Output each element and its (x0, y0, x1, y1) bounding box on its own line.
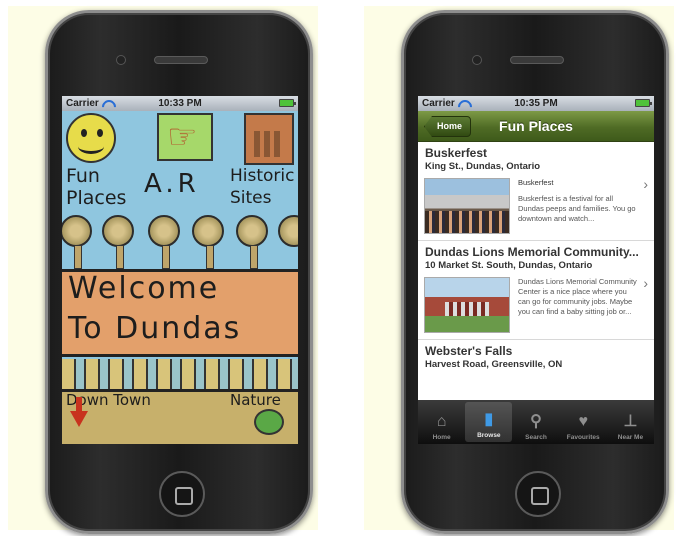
left-iphone: Carrier 10:33 PM Fun Places A.R Historic… (45, 10, 313, 534)
item-description: Dundas Lions Memorial Community Center i… (518, 277, 637, 316)
item-address: 10 Market St. South, Dundas, Ontario (425, 260, 593, 271)
tab-bar: ⌂ Home ▮ Browse ⚲ Search ♥ Favourites ⊥ … (418, 400, 654, 444)
battery-icon (635, 99, 652, 107)
tree-row (62, 211, 298, 269)
fence-post (206, 245, 214, 269)
list-item[interactable]: Webster's Falls Harvest Road, Greensvill… (418, 340, 654, 372)
tree-icon (62, 215, 92, 247)
tree-icon (236, 215, 268, 247)
tree-icon (278, 215, 298, 247)
tab-search[interactable]: ⚲ Search (512, 400, 559, 444)
chevron-right-icon[interactable]: › (643, 176, 648, 192)
tree-icon (102, 215, 134, 247)
item-title: Dundas Lions Memorial Community... (425, 245, 639, 259)
lions-center-photo (424, 277, 510, 333)
tab-label: Search (525, 434, 547, 441)
to-dundas-text: To Dundas (68, 311, 242, 346)
ar-hand-button[interactable] (157, 113, 213, 161)
chevron-right-icon[interactable]: › (643, 275, 648, 291)
status-time: 10:35 PM (514, 98, 558, 109)
ar-label[interactable]: A.R (144, 169, 200, 199)
buskerfest-photo (424, 178, 510, 234)
front-camera (116, 55, 126, 65)
tab-near-me[interactable]: ⊥ Near Me (607, 400, 654, 444)
home-hardware-button[interactable] (515, 471, 561, 517)
earpiece-speaker (154, 56, 208, 64)
nature-label[interactable]: Nature (230, 391, 281, 409)
list-item[interactable]: Dundas Lions Memorial Community... 10 Ma… (418, 241, 654, 340)
list-item[interactable]: Buskerfest King St., Dundas, Ontario Bus… (418, 142, 654, 241)
fence-post (162, 245, 170, 269)
item-description: Buskerfest is a festival for all Dundas … (518, 194, 636, 223)
down-arrow-icon[interactable] (70, 397, 88, 427)
front-camera (472, 55, 482, 65)
fun-places-label[interactable]: Fun Places (66, 165, 136, 209)
tab-label: Near Me (617, 434, 644, 441)
fence-post (116, 245, 124, 269)
item-title: Buskerfest (425, 146, 488, 160)
item-subtitle: Buskerfest (518, 178, 554, 187)
nature-tree-icon[interactable] (254, 409, 284, 435)
fun-places-smiley-button[interactable] (66, 113, 116, 163)
left-screen: Carrier 10:33 PM Fun Places A.R Historic… (62, 96, 298, 444)
tab-label: Home (432, 434, 451, 441)
historic-sites-building-button[interactable] (244, 113, 294, 165)
tab-browse[interactable]: ▮ Browse (465, 402, 513, 442)
tab-home[interactable]: ⌂ Home (418, 400, 465, 444)
tab-label: Browse (477, 432, 501, 439)
search-icon: ⚲ (530, 413, 542, 430)
house-icon: ⌂ (436, 413, 447, 430)
signpost-icon: ⊥ (623, 413, 638, 430)
earpiece-speaker (510, 56, 564, 64)
status-bar: Carrier 10:33 PM (62, 96, 298, 111)
right-iphone: Carrier 10:35 PM Home Fun Places Buskerf… (401, 10, 669, 534)
fence (62, 359, 298, 389)
right-screen: Carrier 10:35 PM Home Fun Places Buskerf… (418, 96, 654, 444)
heart-icon: ♥ (578, 413, 588, 430)
welcome-drawing-menu: Fun Places A.R Historic Sites Welcome To… (62, 111, 298, 444)
status-time: 10:33 PM (158, 98, 202, 109)
book-icon: ▮ (484, 411, 494, 428)
item-title: Webster's Falls (425, 344, 513, 358)
fence-post (74, 245, 82, 269)
tab-label: Favourites (566, 434, 600, 441)
tree-icon (148, 215, 180, 247)
historic-sites-label[interactable]: Historic Sites (230, 165, 298, 209)
home-hardware-button[interactable] (159, 471, 205, 517)
home-back-button[interactable]: Home (424, 116, 472, 137)
battery-icon (279, 99, 296, 107)
item-address: Harvest Road, Greensville, ON (425, 359, 563, 370)
status-bar: Carrier 10:35 PM (418, 96, 654, 111)
places-list: Buskerfest King St., Dundas, Ontario Bus… (418, 142, 654, 400)
tree-icon (192, 215, 224, 247)
navigation-bar: Home Fun Places (418, 111, 654, 142)
tab-favourites[interactable]: ♥ Favourites (560, 400, 607, 444)
item-address: King St., Dundas, Ontario (425, 161, 541, 172)
fence-post (250, 245, 258, 269)
welcome-text: Welcome (68, 271, 220, 306)
